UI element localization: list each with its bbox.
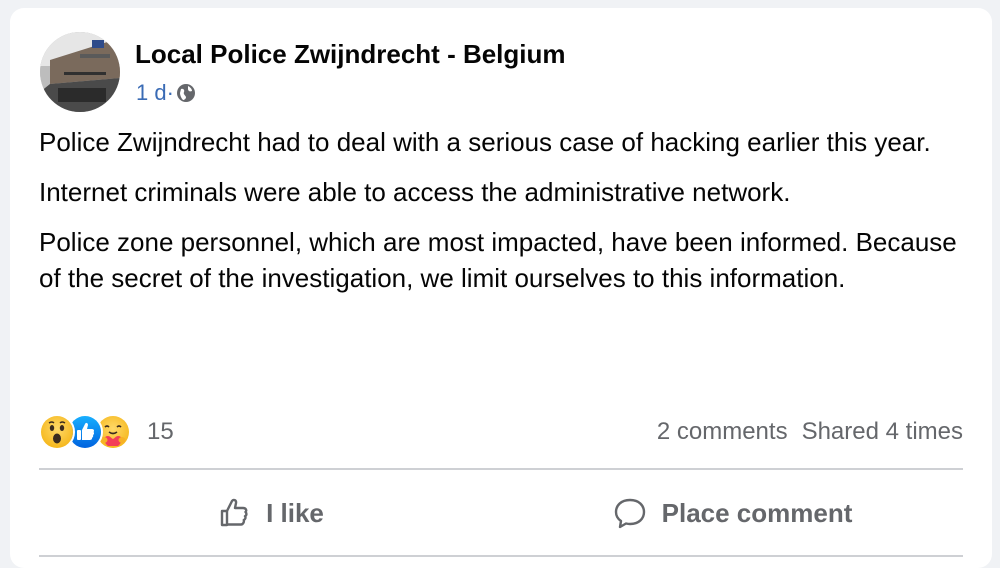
- avatar[interactable]: [40, 32, 120, 112]
- comment-bubble-icon: [612, 495, 648, 531]
- post-header: Local Police Zwijndrecht - Belgium 1 d·: [40, 32, 940, 112]
- like-button-label: I like: [266, 497, 324, 528]
- engagement-stats: 2 comments Shared 4 times: [657, 418, 963, 446]
- post-paragraph: Police Zwijndrecht had to deal with a se…: [39, 127, 931, 157]
- post-paragraph: Police zone personnel, which are most im…: [39, 227, 957, 293]
- comments-count-link[interactable]: 2 comments: [657, 418, 788, 446]
- post-actions: I like Place comment: [39, 486, 963, 540]
- divider: [39, 468, 963, 470]
- shares-count-link[interactable]: Shared 4 times: [802, 418, 963, 446]
- reactions-summary[interactable]: 15: [39, 414, 174, 450]
- comment-button-label: Place comment: [661, 497, 853, 528]
- post-stats: 15 2 comments Shared 4 times: [39, 412, 963, 452]
- avatar-image: [40, 32, 120, 112]
- globe-icon: [176, 83, 196, 103]
- divider-bottom: [39, 555, 963, 557]
- thumbs-up-icon: [216, 495, 252, 531]
- post-body: Police Zwijndrecht had to deal with a se…: [39, 124, 969, 310]
- post-paragraph: Internet criminals were able to access t…: [39, 177, 791, 207]
- wow-emoji-icon: [39, 414, 75, 450]
- author-name[interactable]: Local Police Zwijndrecht - Belgium: [135, 39, 566, 70]
- post-card: Local Police Zwijndrecht - Belgium 1 d· …: [10, 8, 992, 568]
- reaction-count: 15: [147, 418, 174, 445]
- post-timestamp[interactable]: 1 d·: [136, 80, 174, 106]
- post-meta: 1 d·: [136, 80, 196, 106]
- like-button[interactable]: I like: [39, 486, 501, 540]
- comment-button[interactable]: Place comment: [501, 486, 963, 540]
